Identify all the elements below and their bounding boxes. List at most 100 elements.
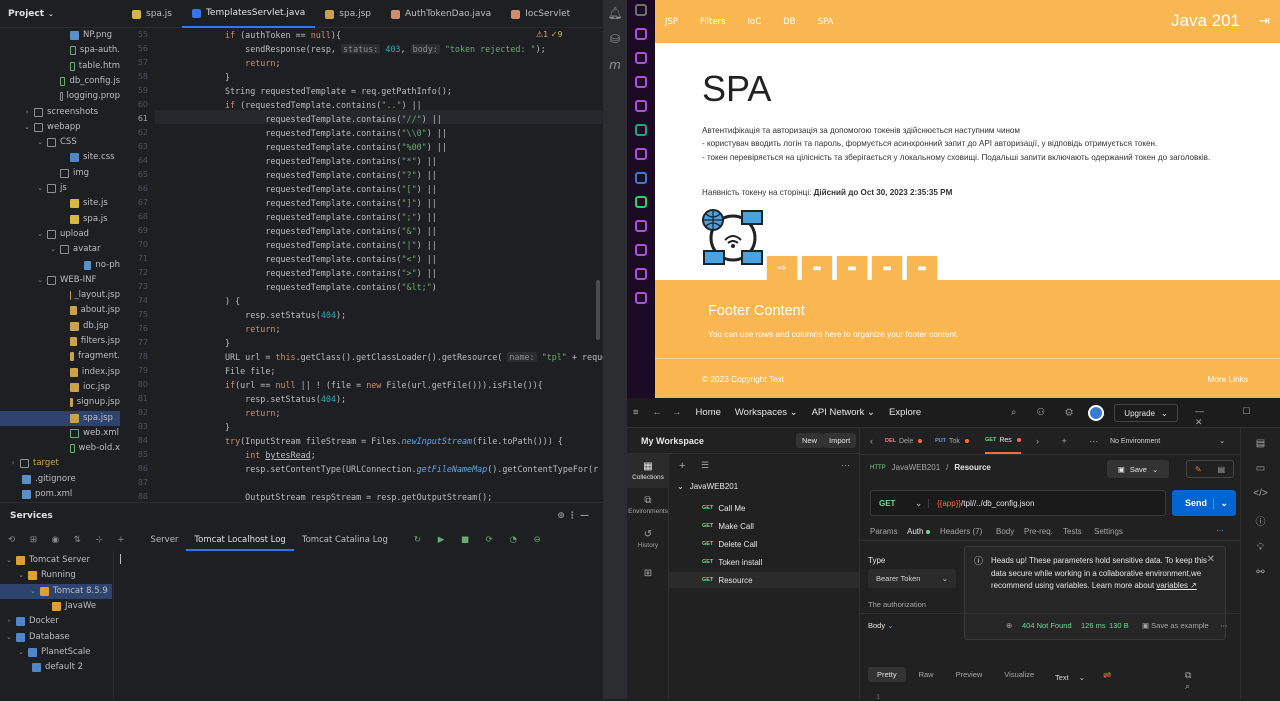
status-code[interactable]: 404 Not Found: [1022, 621, 1072, 630]
sidebar-item[interactable]: ↺History: [627, 522, 669, 556]
folder-button-4[interactable]: ▬: [907, 256, 937, 280]
workspaces-menu[interactable]: Workspaces ⌄: [735, 407, 798, 418]
chevron-down-icon[interactable]: ⌄: [16, 568, 26, 583]
send-button[interactable]: Send⌄: [1172, 490, 1236, 516]
editor-tab[interactable]: AuthTokenDao.java: [381, 0, 501, 28]
chevron-down-icon[interactable]: ⌄: [4, 553, 14, 568]
add-icon[interactable]: +: [679, 460, 685, 472]
tree-item[interactable]: ⌄upload: [0, 227, 120, 242]
more-icon[interactable]: ⋯: [1220, 621, 1228, 630]
chevron-down-icon[interactable]: ⌄: [16, 645, 26, 660]
request-option-tab[interactable]: Tests: [1063, 527, 1082, 536]
editor-tab[interactable]: spa.jsp: [315, 0, 381, 28]
services-tree-item[interactable]: ⌄Database: [0, 630, 112, 645]
tree-item[interactable]: ioc.jsp: [0, 380, 120, 395]
minimize-icon[interactable]: ⊕ ⋮ —: [557, 511, 589, 521]
nav-link[interactable]: IoC: [748, 17, 762, 27]
services-tree-item[interactable]: ⌄Running: [0, 568, 112, 583]
method-select[interactable]: GET⌄: [871, 499, 929, 508]
response-view-tab[interactable]: Preview: [947, 667, 992, 682]
nav-link[interactable]: SPA: [818, 17, 834, 27]
logout-icon[interactable]: ⇥: [1259, 14, 1270, 29]
related-icon[interactable]: ⚯: [1256, 567, 1264, 578]
editor-tab[interactable]: spa.js: [122, 0, 182, 28]
tree-item[interactable]: ⌄webapp: [0, 120, 120, 135]
more-icon[interactable]: ⋯: [841, 460, 850, 471]
folder-button-3[interactable]: ▬: [872, 256, 902, 280]
format-select[interactable]: Text⌄: [1049, 669, 1091, 685]
services-tree-item[interactable]: ⌄PlanetScale: [0, 645, 112, 660]
services-tab[interactable]: Server: [143, 529, 187, 551]
dock-app-icon[interactable]: [635, 100, 647, 112]
tree-item[interactable]: ⌄WEB-INF: [0, 273, 120, 288]
tree-item[interactable]: img: [0, 166, 120, 181]
api-network-menu[interactable]: API Network ⌄: [812, 407, 875, 418]
chevron-down-icon[interactable]: ⌄: [35, 227, 45, 242]
tree-item[interactable]: about.jsp: [0, 303, 120, 318]
request-option-tab[interactable]: Auth: [907, 527, 930, 536]
services-tab[interactable]: Tomcat Localhost Log: [186, 529, 293, 551]
request-item[interactable]: GETResource: [669, 572, 859, 588]
comments-icon[interactable]: ▭: [1256, 463, 1265, 474]
url-input[interactable]: {{app}}/tpl//../db_config.json: [937, 499, 1034, 508]
window-controls[interactable]: — ☐ ✕: [1195, 406, 1280, 428]
menu-icon[interactable]: ≡: [633, 407, 639, 418]
more-links[interactable]: More Links: [1207, 374, 1248, 384]
chevron-down-icon[interactable]: ⌄: [4, 630, 14, 645]
request-item[interactable]: GETDelete Call: [702, 536, 757, 552]
chevron-down-icon[interactable]: ›: [4, 614, 14, 629]
sidebar-item[interactable]: ⧉Environments: [627, 488, 669, 522]
dock-app-icon[interactable]: [635, 172, 647, 184]
tree-item[interactable]: ›target: [0, 456, 120, 471]
nav-link[interactable]: DB: [783, 17, 795, 27]
tree-item[interactable]: db.jsp: [0, 319, 120, 334]
editor-tab[interactable]: IocServlet: [501, 0, 580, 28]
edit-comment-toggle[interactable]: ✎▤: [1186, 460, 1234, 478]
new-button[interactable]: New: [796, 433, 823, 448]
brand-logo[interactable]: Java 201: [1171, 11, 1240, 31]
response-view-tab[interactable]: Pretty: [868, 667, 906, 682]
services-tree-item[interactable]: ⌄Tomcat 8.5.9: [0, 584, 112, 599]
inspection-widget[interactable]: ⚠1 ✓9: [536, 30, 563, 39]
chevron-down-icon[interactable]: ⌄: [35, 181, 45, 196]
request-option-tab[interactable]: Pre-req.: [1024, 527, 1053, 536]
request-item[interactable]: GETToken install: [702, 554, 762, 570]
tree-item[interactable]: fragment.: [0, 349, 120, 364]
request-tab[interactable]: DELDele: [885, 428, 922, 454]
environment-select[interactable]: No Environment⌄: [1110, 428, 1225, 454]
collection-item[interactable]: ⌄JavaWEB201: [677, 482, 738, 491]
tree-item[interactable]: signup.jsp: [0, 395, 120, 410]
dock-app-icon[interactable]: [635, 196, 647, 208]
dock-app-icon[interactable]: [635, 52, 647, 64]
tree-item[interactable]: ⌄CSS: [0, 135, 120, 150]
breadcrumb-current[interactable]: Resource: [954, 463, 990, 472]
log-output[interactable]: [113, 551, 603, 699]
request-option-tab[interactable]: Body: [996, 527, 1014, 536]
sidebar-item[interactable]: ▦Collections: [627, 454, 669, 488]
save-example-button[interactable]: ▣ Save as example: [1142, 621, 1209, 630]
dock-app-icon[interactable]: [635, 148, 647, 160]
response-view-tab[interactable]: Raw: [910, 667, 943, 682]
project-panel-header[interactable]: Project⌄: [0, 0, 122, 28]
upgrade-button[interactable]: Upgrade⌄: [1114, 404, 1178, 422]
dock-app-icon[interactable]: [635, 268, 647, 280]
filter-icon[interactable]: ☰: [701, 460, 709, 471]
more-icon[interactable]: ⋯: [1216, 526, 1224, 535]
info-icon[interactable]: ⓘ: [1256, 513, 1266, 528]
explore-link[interactable]: Explore: [889, 407, 921, 418]
folder-button-2[interactable]: ▬: [837, 256, 867, 280]
dock-app-icon[interactable]: [635, 28, 647, 40]
dock-app-icon[interactable]: [635, 220, 647, 232]
run-controls-icon[interactable]: ↻ ▶ ■ ⟳ ◔ ⊖: [414, 535, 548, 545]
chevron-down-icon[interactable]: ⌄: [35, 273, 45, 288]
chevron-down-icon[interactable]: ⌄: [28, 584, 38, 599]
breadcrumb-parent[interactable]: JavaWEB201: [892, 463, 940, 472]
tree-item[interactable]: ⌄avatar: [0, 242, 120, 257]
login-button[interactable]: ⇨: [767, 256, 797, 280]
auth-type-select[interactable]: Bearer Token⌄: [868, 569, 956, 588]
tree-item[interactable]: db_config.js: [0, 74, 120, 89]
chevron-right-icon[interactable]: ›: [8, 456, 18, 471]
close-icon[interactable]: ✕: [1207, 554, 1215, 567]
back-icon[interactable]: ←: [653, 407, 663, 418]
services-tool-icons[interactable]: ⟲ ⊞ ◉ ⇅ ⊹ +: [8, 535, 131, 545]
